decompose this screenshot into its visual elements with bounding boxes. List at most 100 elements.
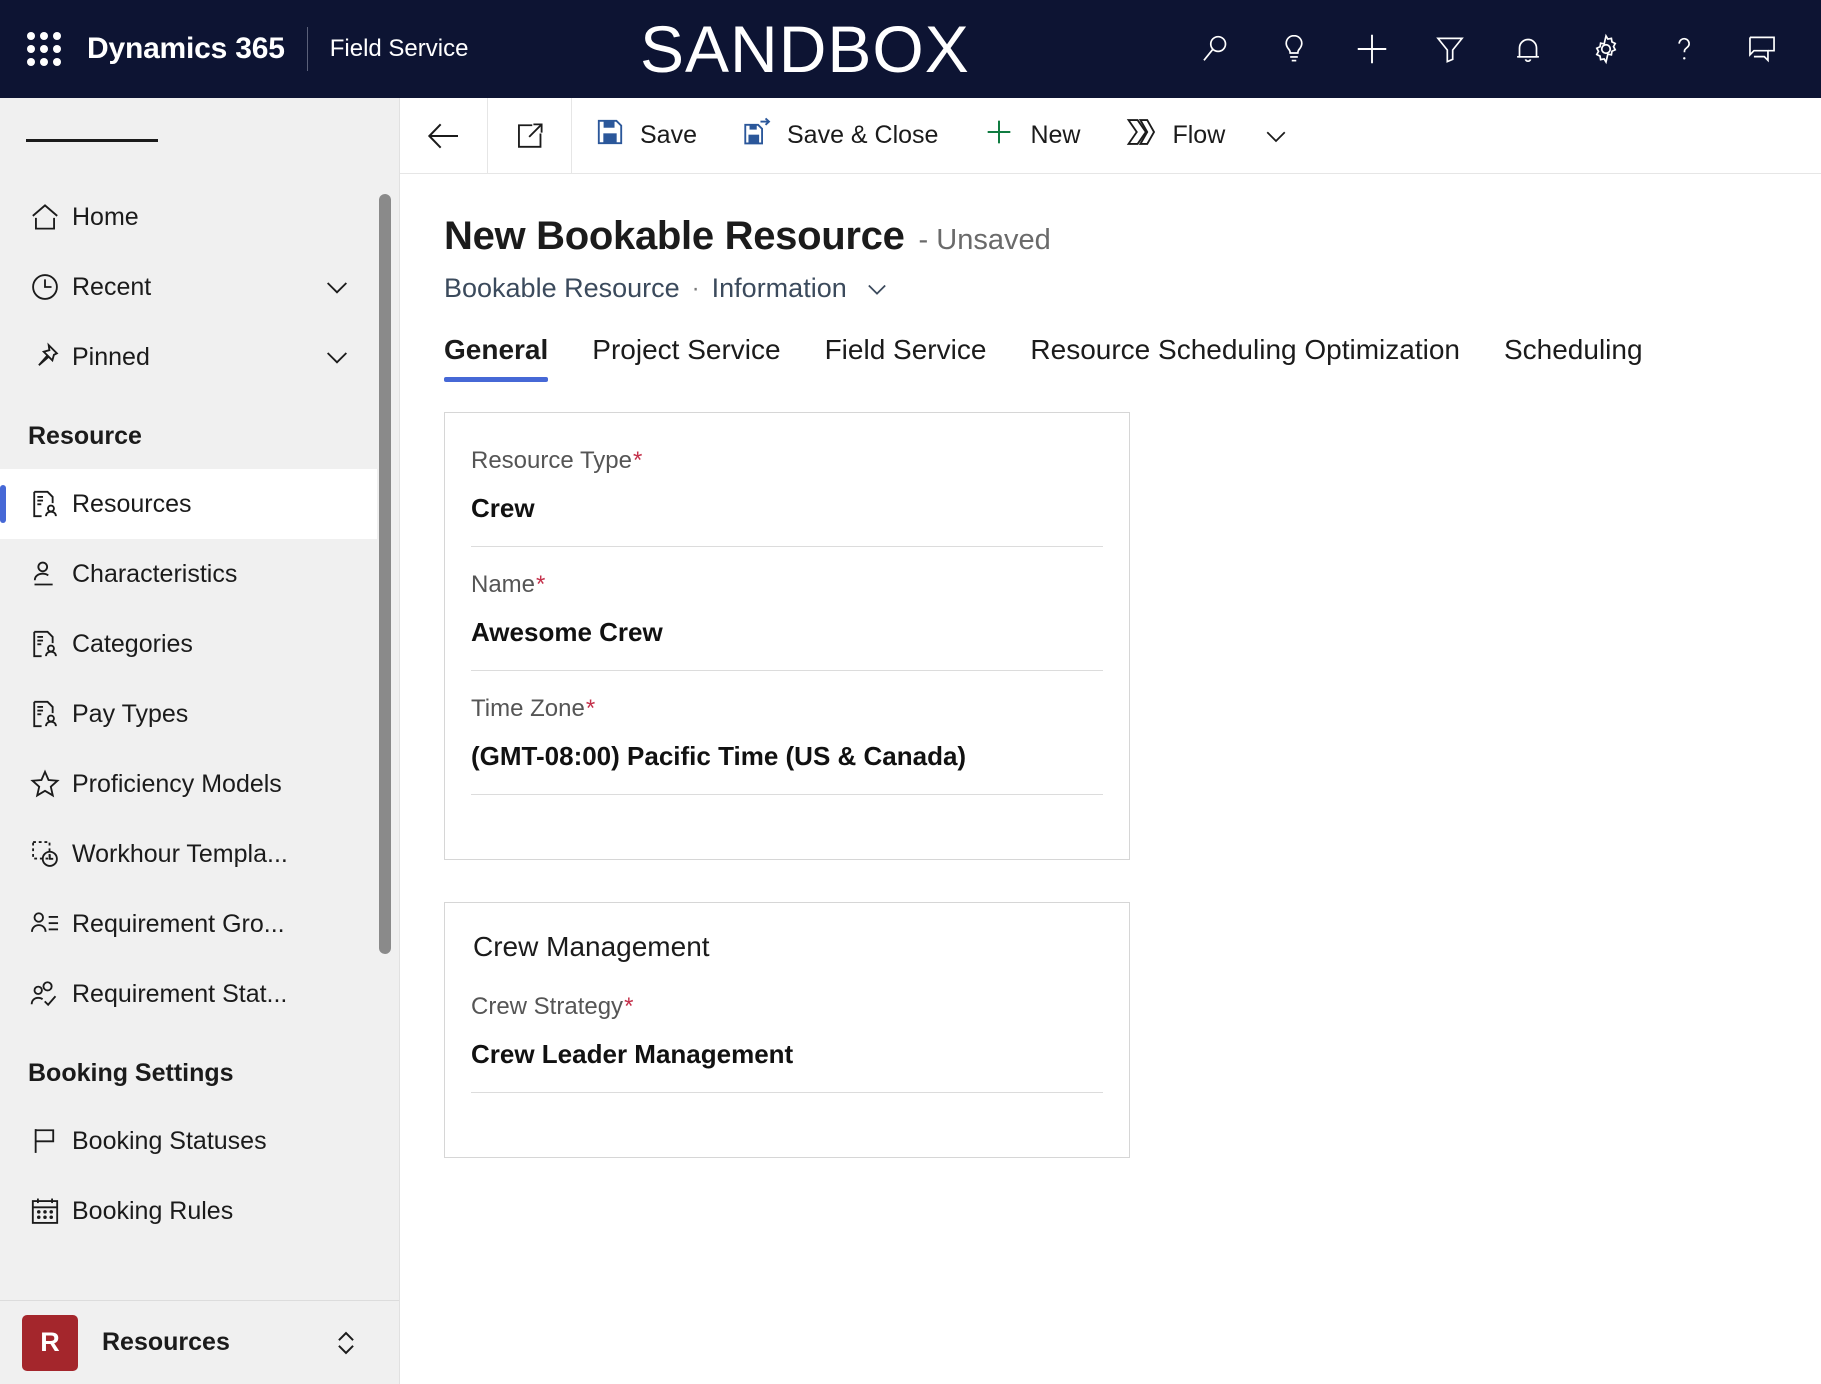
sidebar-group-title-resource: Resource	[28, 422, 142, 450]
flow-button[interactable]: Flow	[1102, 98, 1247, 174]
field-label: Crew Strategy*	[471, 993, 634, 1020]
breadcrumb: Bookable Resource · Information	[444, 273, 1821, 304]
tab-scheduling[interactable]: Scheduling	[1482, 334, 1665, 382]
field-value-name[interactable]: Awesome Crew	[471, 617, 1103, 671]
brand-dynamics-365[interactable]: Dynamics 365	[87, 32, 285, 66]
plus-icon	[982, 115, 1016, 156]
brand-divider	[306, 27, 308, 71]
form-section-title: Crew Management	[473, 931, 710, 962]
sidebar-item-pinned[interactable]: Pinned	[0, 322, 377, 392]
calendar-icon	[28, 1194, 72, 1228]
person-line-icon	[28, 557, 72, 591]
app-name-field-service[interactable]: Field Service	[330, 35, 469, 63]
question-icon[interactable]	[1645, 0, 1723, 98]
chat-icon[interactable]	[1723, 0, 1801, 98]
tab-field-service[interactable]: Field Service	[803, 334, 1009, 382]
sidebar-item-characteristics[interactable]: Characteristics	[0, 539, 377, 609]
back-arrow-icon[interactable]	[400, 97, 488, 174]
tab-resource-scheduling-optimization[interactable]: Resource Scheduling Optimization	[1008, 334, 1482, 382]
clock-icon	[28, 270, 72, 304]
form-section-general: Resource Type* Crew Name* Awesome Crew T…	[444, 412, 1130, 860]
environment-banner-sandbox: SANDBOX	[640, 12, 970, 86]
sidebar-item-label: Requirement Gro...	[72, 909, 285, 938]
home-icon	[28, 200, 72, 234]
site-map-sidebar: Home Recent Pinned Resource Resources Ch…	[0, 98, 400, 1384]
person-list-icon	[28, 907, 72, 941]
record-header: New Bookable Resource - Unsaved Bookable…	[400, 174, 1821, 304]
sidebar-item-proficiency-models[interactable]: Proficiency Models	[0, 749, 377, 819]
sidebar-item-label: Resources	[72, 489, 192, 518]
section-bottom-spacer	[471, 805, 1103, 829]
lightbulb-icon[interactable]	[1255, 0, 1333, 98]
sidebar-item-label: Categories	[72, 629, 193, 658]
sidebar-item-requirement-groups[interactable]: Requirement Gro...	[0, 889, 377, 959]
sidebar-item-booking-rules[interactable]: Booking Rules	[0, 1176, 377, 1246]
sidebar-scroll-region: Home Recent Pinned Resource Resources Ch…	[0, 182, 399, 1300]
sidebar-item-pay-types[interactable]: Pay Types	[0, 679, 377, 749]
sidebar-item-requirement-status[interactable]: Requirement Stat...	[0, 959, 377, 1029]
sidebar-item-recent[interactable]: Recent	[0, 252, 377, 322]
hamburger-menu-icon[interactable]	[0, 98, 399, 182]
sidebar-item-label: Recent	[72, 272, 152, 301]
resource-card-icon	[28, 697, 72, 731]
field-value-crew-strategy[interactable]: Crew Leader Management	[471, 1039, 1103, 1093]
sidebar-item-resources[interactable]: Resources	[0, 469, 377, 539]
tab-general[interactable]: General	[444, 334, 570, 382]
command-bar: Save Save & Close New Flow	[400, 97, 1821, 174]
breadcrumb-entity[interactable]: Bookable Resource	[444, 273, 680, 304]
field-resource-type: Resource Type* Crew	[471, 447, 1103, 557]
record-title-row: New Bookable Resource - Unsaved	[444, 214, 1821, 259]
form-tab-list: General Project Service Field Service Re…	[400, 334, 1821, 382]
form-body: Resource Type* Crew Name* Awesome Crew T…	[400, 382, 1821, 1384]
breadcrumb-form-selector[interactable]: Information	[712, 273, 847, 304]
sidebar-item-workhour-templates[interactable]: Workhour Templa...	[0, 819, 377, 889]
resource-card-icon	[28, 487, 72, 521]
required-indicator: *	[585, 695, 596, 722]
field-crew-strategy: Crew Strategy* Crew Leader Management	[471, 993, 1103, 1103]
app-area-switcher[interactable]: R Resources	[0, 1300, 399, 1384]
form-section-fields: Crew Strategy* Crew Leader Management	[445, 967, 1129, 1157]
sidebar-item-label: Characteristics	[72, 559, 238, 588]
field-value-time-zone[interactable]: (GMT-08:00) Pacific Time (US & Canada)	[471, 741, 1103, 795]
save-and-close-icon	[741, 116, 773, 155]
star-icon	[28, 767, 72, 801]
chevron-down-icon[interactable]	[321, 341, 353, 373]
sidebar-group-title-booking-settings: Booking Settings	[28, 1059, 234, 1087]
command-bar-overflow-chevron-down-icon[interactable]	[1247, 98, 1305, 174]
field-time-zone: Time Zone* (GMT-08:00) Pacific Time (US …	[471, 681, 1103, 805]
clock-dashed-icon	[28, 837, 72, 871]
breadcrumb-separator: ·	[691, 274, 700, 302]
chevron-up-down-icon[interactable]	[329, 1326, 363, 1360]
tab-project-service[interactable]: Project Service	[570, 334, 802, 382]
sidebar-item-categories[interactable]: Categories	[0, 609, 377, 679]
app-area-badge: R	[22, 1314, 78, 1371]
gear-icon[interactable]	[1567, 0, 1645, 98]
sidebar-item-label: Workhour Templa...	[72, 839, 288, 868]
field-label: Time Zone*	[471, 695, 596, 722]
save-and-close-button[interactable]: Save & Close	[719, 98, 960, 174]
chevron-down-icon[interactable]	[321, 271, 353, 303]
plus-icon[interactable]	[1333, 0, 1411, 98]
sidebar-scrollbar-thumb[interactable]	[379, 194, 391, 954]
top-nav-icon-group	[1177, 0, 1801, 98]
search-icon[interactable]	[1177, 0, 1255, 98]
app-body: Home Recent Pinned Resource Resources Ch…	[0, 97, 1821, 1384]
field-label: Name*	[471, 571, 546, 598]
dynamics-365-app-window: Dynamics 365 Field Service SANDBOX Home …	[0, 0, 1821, 1384]
new-button[interactable]: New	[960, 98, 1102, 174]
bell-icon[interactable]	[1489, 0, 1567, 98]
resource-card-icon	[28, 627, 72, 661]
field-value-resource-type[interactable]: Crew	[471, 493, 1103, 547]
sidebar-item-label: Booking Statuses	[72, 1126, 267, 1155]
top-navigation-bar: Dynamics 365 Field Service SANDBOX	[0, 0, 1821, 98]
sidebar-item-booking-statuses[interactable]: Booking Statuses	[0, 1106, 377, 1176]
sidebar-item-home[interactable]: Home	[0, 182, 377, 252]
filter-icon[interactable]	[1411, 0, 1489, 98]
flag-icon	[28, 1124, 72, 1158]
sidebar-item-label: Home	[72, 202, 139, 231]
save-button[interactable]: Save	[572, 98, 719, 174]
app-launcher-waffle-icon[interactable]	[27, 32, 61, 66]
open-in-new-window-icon[interactable]	[488, 97, 572, 174]
main-content-area: Save Save & Close New Flow New Bookable …	[400, 97, 1821, 1384]
chevron-down-icon[interactable]	[863, 275, 891, 303]
